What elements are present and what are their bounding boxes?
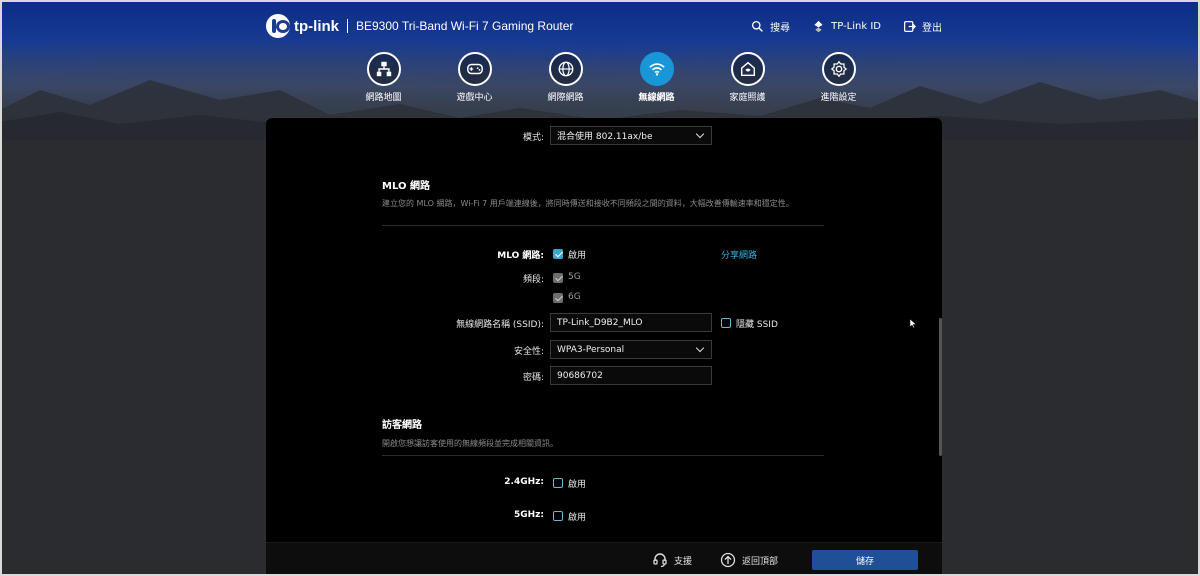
tplink-id-icon [814, 20, 823, 32]
nav-internet[interactable]: 網際網路 [520, 52, 611, 103]
arrow-up-circle-icon [720, 552, 736, 568]
tplink-id-button[interactable]: TP-Link ID [812, 20, 881, 33]
wifi-icon [648, 63, 665, 76]
band-5g-label: 5G [568, 272, 581, 282]
hide-ssid-checkbox[interactable] [721, 318, 731, 328]
guest-5ghz-enable-label: 啟用 [568, 513, 587, 523]
search-label: 搜尋 [770, 22, 791, 34]
save-button[interactable]: 儲存 [812, 550, 918, 570]
logout-button[interactable]: 登出 [903, 19, 942, 34]
security-value: WPA3-Personal [557, 344, 625, 355]
nav-label: 家庭照護 [729, 93, 766, 103]
tplink-logo[interactable]: tp-link [266, 14, 339, 38]
brand-name: tp-link [294, 17, 339, 35]
nav-home-care[interactable]: 家庭照護 [702, 52, 793, 103]
nav-game-center[interactable]: 遊戲中心 [429, 52, 520, 103]
home-care-icon [740, 61, 755, 77]
mode-select[interactable]: 混合使用 802.11ax/be [550, 126, 712, 145]
guest-24ghz-label: 2.4GHz: [504, 477, 544, 487]
mlo-network-label: MLO 網路: [497, 251, 544, 261]
nav-label: 網際網路 [547, 93, 584, 103]
nav-wireless[interactable]: 無線網路 [611, 52, 702, 103]
band-6g-checkbox[interactable] [553, 293, 563, 303]
guest-5ghz-label: 5GHz: [513, 510, 544, 520]
guest-section-description: 開啟您想讓訪客使用的無線頻段並完成相關資訊。 [382, 439, 558, 448]
support-button[interactable]: 支援 [652, 552, 692, 568]
nav-label: 進階設定 [820, 93, 857, 103]
router-model: BE9300 Tri-Band Wi-Fi 7 Gaming Router [356, 19, 574, 33]
mlo-enable-checkbox[interactable] [553, 249, 563, 259]
headset-icon [653, 553, 667, 568]
mode-value: 混合使用 802.11ax/be [557, 132, 653, 142]
ssid-label: 無線網路名稱 (SSID): [456, 320, 544, 330]
gear-icon [830, 60, 847, 78]
mlo-divider [382, 225, 824, 226]
back-to-top-label: 返回頂部 [742, 556, 779, 567]
top-bar: tp-link BE9300 Tri-Band Wi-Fi 7 Gaming R… [266, 12, 942, 40]
band-label: 頻段: [522, 275, 544, 285]
ssid-value: TP-Link_D9B2_MLO [557, 317, 643, 328]
password-input[interactable]: 90686702 [550, 366, 712, 385]
nav-label: 無線網路 [638, 93, 675, 103]
support-label: 支援 [674, 556, 693, 567]
share-network-link[interactable]: 分享網路 [721, 248, 757, 261]
ssid-input[interactable]: TP-Link_D9B2_MLO [550, 313, 712, 332]
password-value: 90686702 [557, 370, 603, 381]
logout-icon [904, 20, 916, 32]
header-actions: 搜尋 TP-Link ID 登出 [751, 19, 942, 34]
password-label: 密碼: [522, 373, 544, 383]
logout-label: 登出 [922, 22, 942, 34]
search-icon [752, 20, 764, 32]
security-select[interactable]: WPA3-Personal [550, 340, 712, 359]
band-5g-checkbox[interactable] [553, 273, 563, 283]
mlo-section-description: 建立您的 MLO 網路，Wi-Fi 7 用戶端連線後，將同時傳送和接收不同頻段之… [382, 199, 794, 208]
mlo-enable-label: 啟用 [568, 251, 587, 261]
network-map-icon [376, 61, 391, 77]
footer-bar: 支援 返回頂部 儲存 [266, 542, 942, 576]
band-6g-label: 6G [568, 292, 581, 302]
mouse-cursor-icon [910, 319, 916, 328]
back-to-top-button[interactable]: 返回頂部 [720, 552, 778, 568]
security-label: 安全性: [513, 347, 544, 357]
guest-24ghz-enable-label: 啟用 [568, 480, 587, 490]
scrollbar[interactable] [938, 118, 942, 544]
tplink-logo-icon [266, 14, 290, 38]
mode-label: 模式: [522, 133, 544, 143]
main-nav: 網路地圖 遊戲中心 網際網路 無線網路 家庭照護 進階設定 [338, 52, 884, 103]
guest-section-title: 訪客網路 [382, 420, 422, 431]
tplink-id-label: TP-Link ID [831, 20, 881, 32]
guest-divider [382, 455, 824, 456]
gamepad-icon [466, 63, 483, 75]
nav-network-map[interactable]: 網路地圖 [338, 52, 429, 103]
scrollbar-thumb[interactable] [939, 318, 942, 456]
nav-label: 網路地圖 [365, 93, 402, 103]
search-button[interactable]: 搜尋 [751, 19, 790, 34]
guest-24ghz-checkbox[interactable] [553, 478, 563, 488]
header-divider [347, 19, 348, 33]
guest-5ghz-checkbox[interactable] [553, 511, 563, 521]
content-panel: 模式: 混合使用 802.11ax/be MLO 網路 建立您的 MLO 網路，… [266, 118, 942, 576]
mlo-section-title: MLO 網路 [382, 181, 430, 192]
globe-icon [558, 61, 573, 77]
nav-advanced[interactable]: 進階設定 [793, 52, 884, 103]
hide-ssid-label: 隱藏 SSID [736, 320, 778, 330]
nav-label: 遊戲中心 [456, 93, 493, 103]
